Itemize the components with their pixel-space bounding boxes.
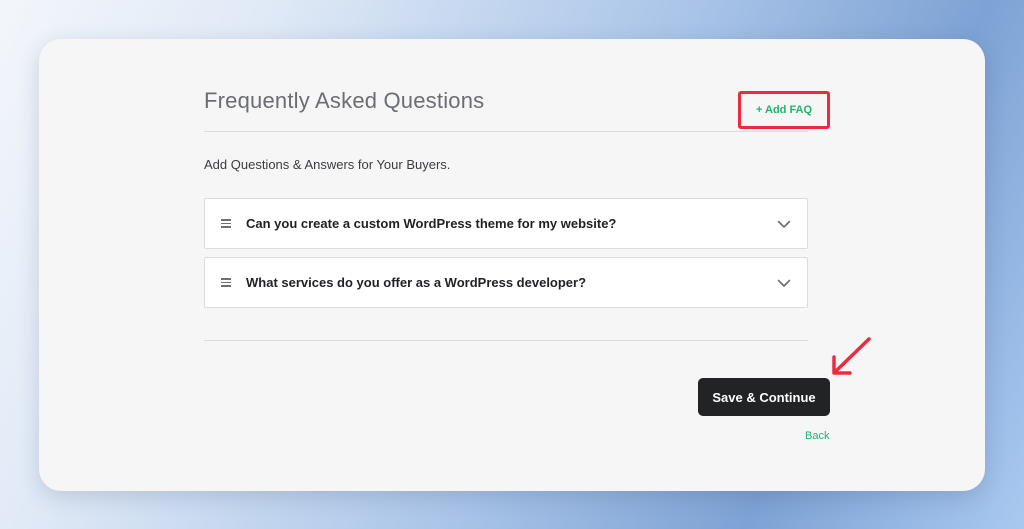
chevron-down-icon[interactable]: [777, 217, 791, 231]
annotation-arrow-icon: [832, 337, 871, 375]
title-divider: [204, 131, 808, 132]
page-title: Frequently Asked Questions: [204, 88, 485, 113]
faq-item[interactable]: Can you create a custom WordPress theme …: [204, 198, 808, 249]
chevron-down-icon[interactable]: [777, 276, 791, 290]
faq-question: What services do you offer as a WordPres…: [246, 275, 587, 290]
save-continue-button[interactable]: Save & Continue: [698, 378, 830, 416]
faq-item[interactable]: What services do you offer as a WordPres…: [204, 257, 808, 308]
faq-question: Can you create a custom WordPress theme …: [246, 216, 617, 231]
back-link[interactable]: Back: [805, 430, 829, 442]
footer-divider: [204, 340, 808, 341]
page-subtitle: Add Questions & Answers for Your Buyers.: [204, 157, 451, 172]
drag-handle-icon[interactable]: [221, 278, 231, 287]
drag-handle-icon[interactable]: [221, 219, 231, 228]
add-faq-button[interactable]: + Add FAQ: [738, 91, 830, 129]
